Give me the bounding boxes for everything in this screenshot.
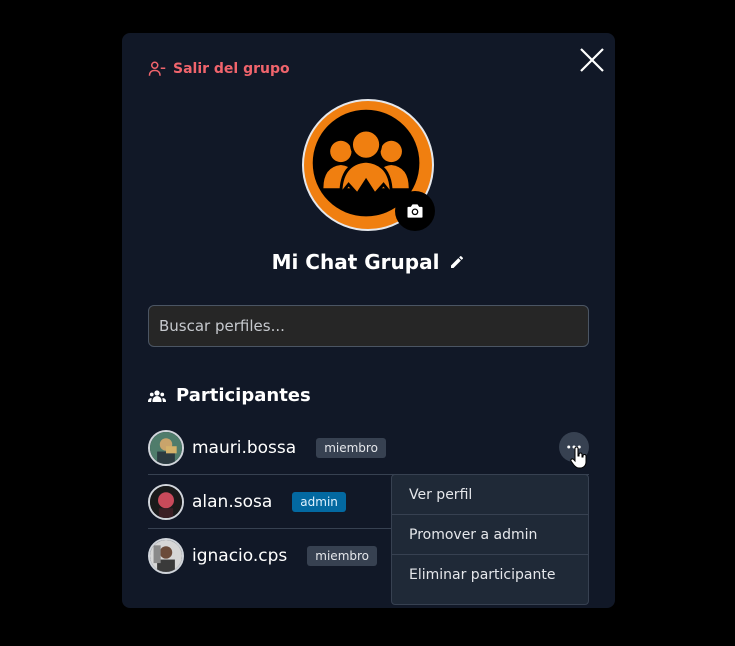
group-avatar <box>302 99 435 231</box>
participants-title: Participantes <box>176 385 311 406</box>
participant-username: ignacio.cps <box>192 546 288 566</box>
role-badge: admin <box>292 491 346 512</box>
participant-username: alan.sosa <box>192 491 273 512</box>
search-input[interactable] <box>148 305 589 347</box>
role-badge: miembro <box>307 546 378 566</box>
participant-options-menu: Ver perfil Promover a admin Eliminar par… <box>391 474 589 605</box>
camera-icon <box>407 204 423 218</box>
change-photo-button[interactable] <box>395 191 435 231</box>
leave-group-label: Salir del grupo <box>173 61 290 77</box>
avatar[interactable] <box>148 483 184 520</box>
hand-cursor-icon <box>570 447 587 469</box>
avatar[interactable] <box>148 429 184 466</box>
user-minus-icon <box>148 61 166 76</box>
close-icon[interactable] <box>579 47 605 73</box>
participants-header: Participantes <box>148 385 311 406</box>
avatar[interactable] <box>148 538 184 574</box>
group-name: Mi Chat Grupal <box>271 250 440 274</box>
view-profile-menu-item[interactable]: Ver perfil <box>392 475 588 515</box>
leave-group-button[interactable]: Salir del grupo <box>148 60 290 78</box>
participant-username: mauri.bossa <box>192 437 297 458</box>
remove-participant-menu-item[interactable]: Eliminar participante <box>392 555 588 595</box>
participant-row[interactable]: mauri.bossa miembro <box>148 421 589 475</box>
promote-admin-menu-item[interactable]: Promover a admin <box>392 515 588 555</box>
group-name-row: Mi Chat Grupal <box>122 250 615 274</box>
role-badge: miembro <box>316 437 386 458</box>
users-icon <box>148 389 166 402</box>
pencil-icon[interactable] <box>449 254 465 270</box>
